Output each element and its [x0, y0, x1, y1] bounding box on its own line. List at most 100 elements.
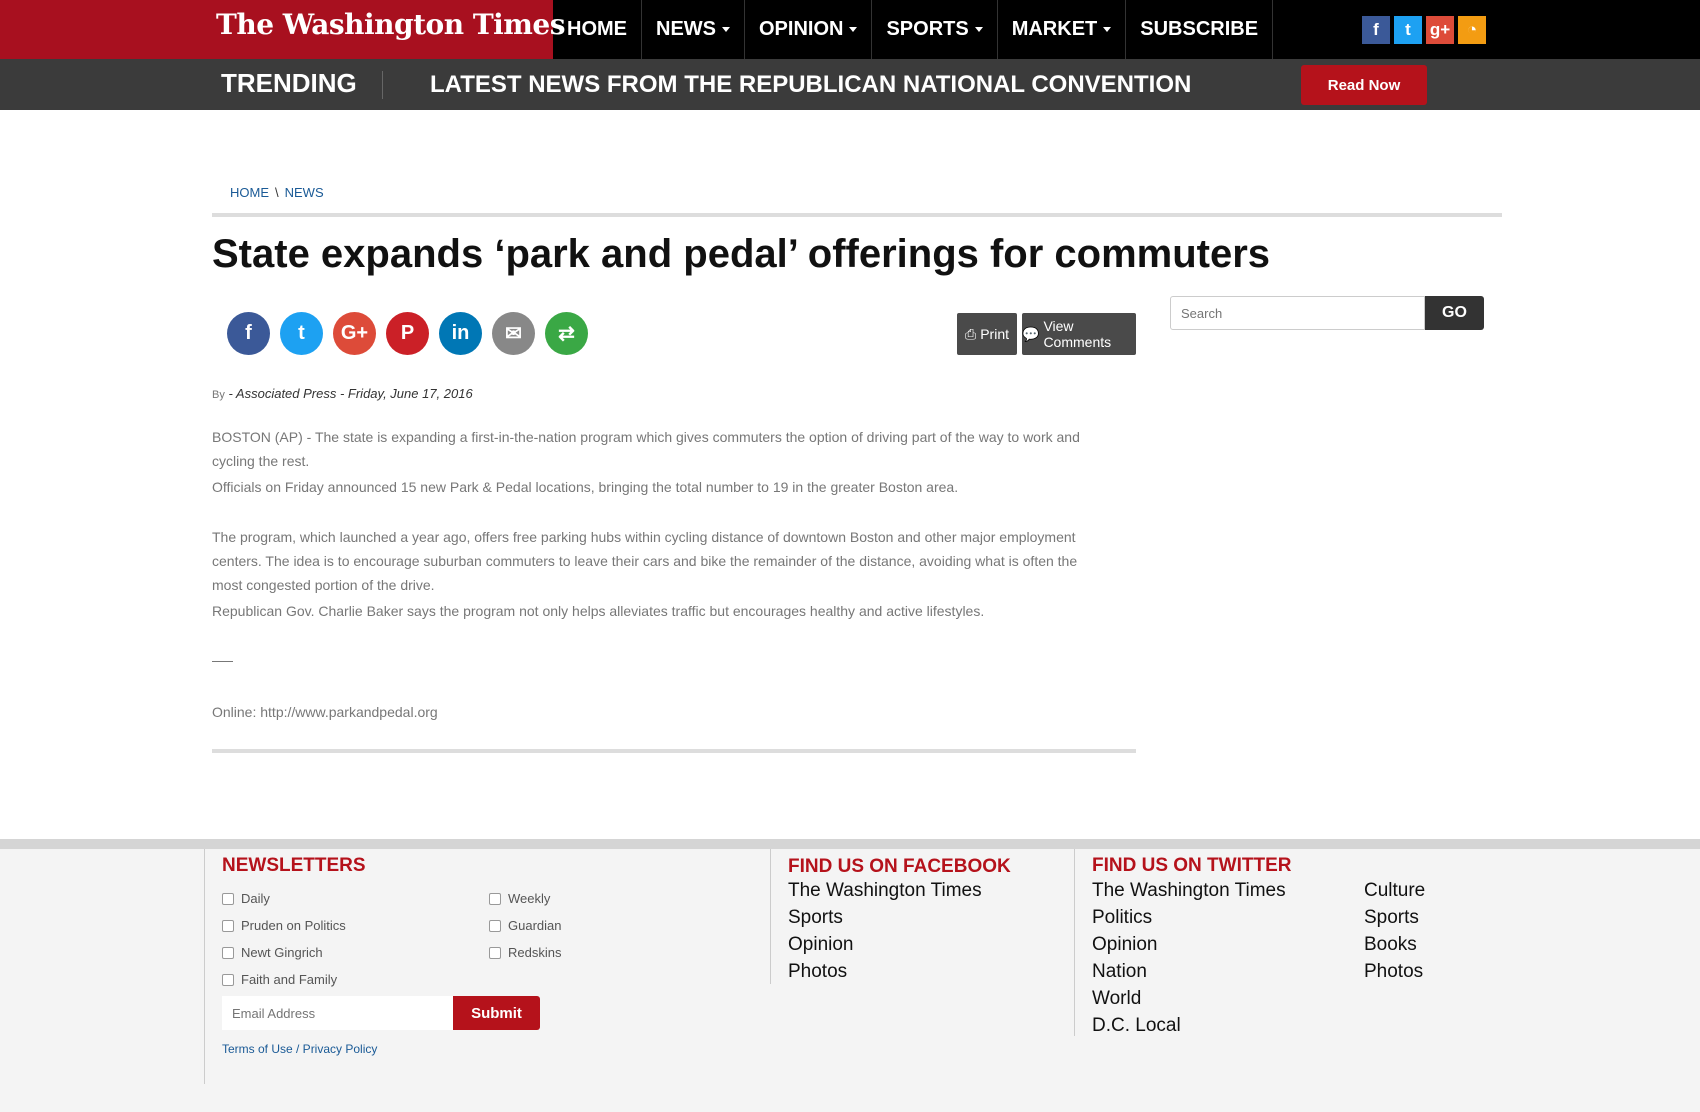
- facebook-link[interactable]: Sports: [788, 907, 843, 929]
- newsletter-option[interactable]: Faith and Family: [222, 972, 337, 987]
- twitter-share-icon[interactable]: t: [280, 312, 323, 355]
- footer-column-divider: [770, 849, 771, 984]
- facebook-link[interactable]: The Washington Times: [788, 880, 982, 902]
- article-paragraph: Republican Gov. Charlie Baker says the p…: [212, 603, 985, 619]
- linkedin-share-icon[interactable]: in: [439, 312, 482, 355]
- email-share-icon[interactable]: ✉: [492, 312, 535, 355]
- twitter-link[interactable]: Books: [1364, 934, 1417, 956]
- site-logo[interactable]: The Washington Times: [216, 8, 566, 41]
- trending-bar: TRENDING LATEST NEWS FROM THE REPUBLICAN…: [0, 59, 1700, 110]
- footer-column-divider: [204, 849, 205, 1084]
- twitter-link[interactable]: Politics: [1092, 907, 1152, 929]
- newsletter-label: Daily: [241, 891, 270, 906]
- nav-label: MARKET: [1011, 18, 1098, 40]
- byline-text: - Associated Press - Friday, June 17, 20…: [228, 386, 473, 401]
- twitter-link[interactable]: Nation: [1092, 961, 1147, 983]
- newsletter-option[interactable]: Newt Gingrich: [222, 945, 323, 960]
- divider: [212, 213, 1502, 217]
- email-input[interactable]: [222, 996, 453, 1030]
- terms-privacy-link[interactable]: Terms of Use / Privacy Policy: [222, 1042, 377, 1056]
- article-paragraph: The program, which launched a year ago, …: [212, 529, 1078, 593]
- twitter-heading: FIND US ON TWITTER: [1092, 855, 1292, 876]
- checkbox[interactable]: [222, 919, 234, 932]
- checkbox[interactable]: [489, 946, 501, 959]
- newsletter-label: Guardian: [508, 918, 562, 933]
- more-share-icon[interactable]: ⇄: [545, 312, 588, 355]
- main-nav: HOME NEWS OPINION SPORTS MARKET SUBSCRIBE: [553, 0, 1274, 59]
- newsletter-option[interactable]: Redskins: [489, 945, 561, 960]
- google-plus-share-icon[interactable]: G+: [333, 312, 376, 355]
- logo-block: The Washington Times: [0, 0, 566, 59]
- article-paragraph: BOSTON (AP) - The state is expanding a f…: [212, 429, 1080, 469]
- comments-icon: 💬: [1022, 325, 1040, 342]
- nav-label: SUBSCRIBE: [1140, 18, 1259, 40]
- caret-down-icon: [974, 27, 983, 32]
- newsletter-label: Pruden on Politics: [241, 918, 346, 933]
- twitter-link[interactable]: Photos: [1364, 961, 1423, 983]
- checkbox[interactable]: [489, 892, 501, 905]
- trending-divider: [382, 71, 383, 99]
- newsletter-option[interactable]: Weekly: [489, 891, 550, 906]
- facebook-share-icon[interactable]: f: [227, 312, 270, 355]
- breadcrumb-home[interactable]: HOME: [230, 185, 269, 200]
- twitter-link[interactable]: Sports: [1364, 907, 1419, 929]
- facebook-icon[interactable]: f: [1362, 16, 1390, 44]
- facebook-link[interactable]: Opinion: [788, 934, 854, 956]
- article-paragraph: Officials on Friday announced 15 new Par…: [212, 479, 959, 495]
- newsletter-label: Redskins: [508, 945, 562, 960]
- newsletter-option[interactable]: Pruden on Politics: [222, 918, 346, 933]
- newsletter-option[interactable]: Guardian: [489, 918, 561, 933]
- newsletter-label: Newt Gingrich: [241, 945, 323, 960]
- nav-market[interactable]: MARKET: [998, 0, 1127, 59]
- nav-label: HOME: [567, 18, 627, 40]
- newsletter-label: Faith and Family: [241, 972, 338, 987]
- divider: [212, 749, 1136, 753]
- print-label: Print: [980, 326, 1009, 342]
- twitter-link[interactable]: Culture: [1364, 880, 1425, 902]
- search-go-button[interactable]: GO: [1425, 296, 1484, 330]
- newsletters-heading: NEWSLETTERS: [222, 855, 366, 876]
- top-navbar: The Washington Times HOME NEWS OPINION SPOR…: [0, 0, 1700, 59]
- checkbox[interactable]: [222, 892, 234, 905]
- checkbox[interactable]: [222, 973, 234, 986]
- twitter-icon[interactable]: t: [1394, 16, 1422, 44]
- view-comments-label: View Comments: [1043, 318, 1112, 350]
- trending-label: TRENDING: [221, 68, 357, 98]
- nav-news[interactable]: NEWS: [642, 0, 745, 59]
- breadcrumb-news[interactable]: NEWS: [285, 185, 324, 200]
- twitter-link[interactable]: D.C. Local: [1092, 1015, 1181, 1037]
- view-comments-button[interactable]: 💬 View Comments: [1022, 313, 1136, 355]
- article-online-link[interactable]: Online: http://www.parkandpedal.org: [212, 700, 1102, 724]
- facebook-link[interactable]: Photos: [788, 961, 847, 983]
- nav-subscribe[interactable]: SUBSCRIBE: [1126, 0, 1274, 59]
- checkbox[interactable]: [222, 946, 234, 959]
- print-icon: ⎙: [965, 325, 977, 342]
- newsletter-option[interactable]: Daily: [222, 891, 270, 906]
- nav-sports[interactable]: SPORTS: [872, 0, 998, 59]
- trending-headline[interactable]: LATEST NEWS FROM THE REPUBLICAN NATIONAL…: [430, 71, 1191, 99]
- newsletter-label: Weekly: [508, 891, 551, 906]
- nav-label: SPORTS: [886, 18, 969, 40]
- twitter-link[interactable]: Opinion: [1092, 934, 1158, 956]
- facebook-heading: FIND US ON FACEBOOK: [788, 856, 1011, 877]
- social-links: f t g+ ◔: [1362, 16, 1486, 44]
- twitter-link[interactable]: The Washington Times: [1092, 880, 1286, 902]
- checkbox[interactable]: [489, 919, 501, 932]
- print-button[interactable]: ⎙ Print: [957, 313, 1017, 355]
- breadcrumb: HOME \ NEWS: [230, 185, 324, 200]
- nav-label: NEWS: [656, 18, 716, 40]
- twitter-link[interactable]: World: [1092, 988, 1141, 1010]
- article-separator: [212, 661, 233, 662]
- google-plus-icon[interactable]: g+: [1426, 16, 1454, 44]
- rss-icon[interactable]: ◔: [1458, 16, 1486, 44]
- read-now-button[interactable]: Read Now: [1301, 65, 1427, 105]
- search-input[interactable]: [1170, 296, 1425, 330]
- byline-by: By: [212, 389, 225, 401]
- nav-label: OPINION: [759, 18, 844, 40]
- nav-opinion[interactable]: OPINION: [745, 0, 873, 59]
- pinterest-share-icon[interactable]: P: [386, 312, 429, 355]
- byline: By - Associated Press - Friday, June 17,…: [212, 386, 473, 401]
- breadcrumb-separator: \: [275, 185, 279, 200]
- submit-button[interactable]: Submit: [453, 996, 540, 1030]
- nav-home[interactable]: HOME: [553, 0, 642, 59]
